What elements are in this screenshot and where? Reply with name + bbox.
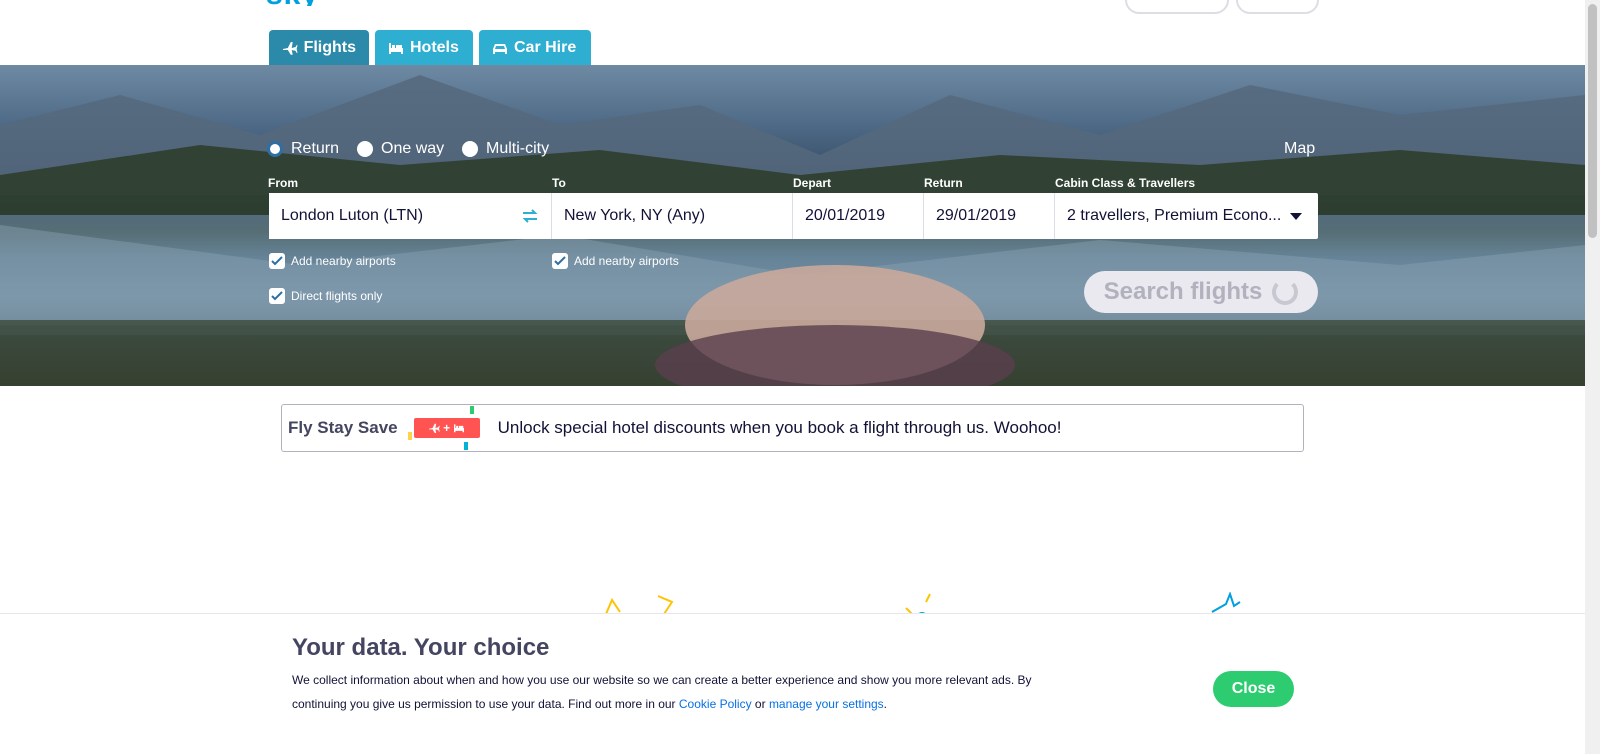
cookie-policy-link[interactable]: Cookie Policy — [679, 697, 752, 711]
plane-icon — [429, 423, 440, 433]
trip-type-multi-city-label: Multi-city — [486, 140, 550, 157]
return-field[interactable]: 29/01/2019 — [924, 193, 1055, 239]
check-icon — [554, 256, 566, 266]
bed-icon — [454, 424, 465, 433]
map-link[interactable]: Map — [1284, 140, 1315, 158]
check-icon — [271, 291, 283, 301]
tab-hotels-label: Hotels — [410, 38, 459, 56]
manage-settings-link[interactable]: manage your settings — [769, 697, 884, 711]
chevron-down-icon — [1290, 213, 1302, 220]
checkbox[interactable] — [269, 288, 285, 304]
depart-value: 20/01/2019 — [805, 207, 886, 224]
from-field[interactable]: London Luton (LTN) — [269, 193, 552, 239]
top-header: sky — [0, 0, 1585, 30]
radio-one-way[interactable] — [357, 141, 373, 157]
cabin-travellers-field[interactable]: 2 travellers, Premium Econo... — [1055, 193, 1318, 239]
radio-multi-city[interactable] — [462, 141, 478, 157]
page-scrollbar[interactable] — [1585, 0, 1600, 754]
tab-flights-label: Flights — [303, 38, 356, 56]
checkbox[interactable] — [269, 253, 285, 269]
confetti-decoration — [463, 442, 468, 450]
car-icon — [493, 43, 507, 54]
cookie-text-or: or — [751, 697, 769, 711]
trip-type-return-label: Return — [291, 140, 340, 157]
to-value: New York, NY (Any) — [564, 207, 706, 224]
from-nearby-checkbox[interactable]: Add nearby airports — [269, 253, 396, 269]
confetti-decoration — [469, 406, 474, 414]
cookie-title: Your data. Your choice — [292, 634, 550, 661]
search-flights-label: Search flights — [1103, 278, 1263, 305]
plane-icon — [282, 41, 298, 55]
cookie-text: We collect information about when and ho… — [292, 668, 1052, 716]
cookie-consent-banner: Your data. Your choice We collect inform… — [0, 613, 1585, 755]
tab-hotels[interactable]: Hotels — [375, 30, 473, 65]
cookie-text-end: . — [883, 697, 888, 711]
flight-plus-hotel-badge: + — [407, 406, 480, 450]
cookie-close-button[interactable]: Close — [1213, 671, 1294, 707]
radio-return[interactable] — [267, 141, 283, 157]
promo-badge-plus: + — [443, 421, 451, 435]
logo[interactable]: sky — [266, 0, 352, 6]
trip-type-one-way-label: One way — [381, 140, 445, 157]
trip-type-one-way[interactable]: One way — [357, 140, 444, 158]
check-icon — [271, 256, 283, 266]
depart-label: Depart — [793, 176, 832, 190]
return-label: Return — [924, 176, 963, 190]
direct-only-checkbox[interactable]: Direct flights only — [269, 288, 382, 304]
to-nearby-checkbox[interactable]: Add nearby airports — [552, 253, 679, 269]
to-label: To — [552, 176, 566, 190]
from-value: London Luton (LTN) — [281, 207, 424, 224]
tab-flights[interactable]: Flights — [269, 30, 369, 65]
cabin-value: 2 travellers, Premium Econo... — [1067, 207, 1282, 224]
promo-text: Unlock special hotel discounts when you … — [497, 418, 1062, 437]
swap-icon[interactable] — [521, 208, 539, 224]
confetti-decoration — [407, 432, 412, 440]
bed-icon — [389, 42, 403, 54]
search-flights-button[interactable]: Search flights — [1084, 271, 1318, 313]
direct-only-label: Direct flights only — [291, 289, 383, 303]
hero-banner: Return One way Multi-city Map From To De… — [0, 65, 1585, 386]
cookie-text-body: We collect information about when and ho… — [292, 673, 1032, 711]
checkbox[interactable] — [552, 253, 568, 269]
trip-type-multi-city[interactable]: Multi-city — [462, 140, 549, 158]
to-nearby-label: Add nearby airports — [574, 254, 679, 268]
cabin-label: Cabin Class & Travellers — [1055, 176, 1196, 190]
logo-text: sky — [266, 0, 352, 6]
promo-title: Fly Stay Save — [288, 418, 398, 437]
trip-type-return[interactable]: Return — [267, 140, 339, 158]
scroll-thumb[interactable] — [1588, 4, 1597, 238]
header-pill-button-1[interactable] — [1125, 0, 1229, 14]
return-value: 29/01/2019 — [936, 207, 1017, 224]
depart-field[interactable]: 20/01/2019 — [793, 193, 924, 239]
tab-car-hire[interactable]: Car Hire — [479, 30, 591, 65]
tab-car-hire-label: Car Hire — [514, 38, 577, 56]
header-pill-button-2[interactable] — [1236, 0, 1319, 14]
from-label: From — [268, 176, 298, 190]
loading-spinner-icon — [1272, 279, 1299, 305]
from-nearby-label: Add nearby airports — [291, 254, 396, 268]
fly-stay-save-banner[interactable]: Fly Stay Save + Unlock special hotel dis… — [281, 404, 1304, 452]
to-field[interactable]: New York, NY (Any) — [552, 193, 793, 239]
